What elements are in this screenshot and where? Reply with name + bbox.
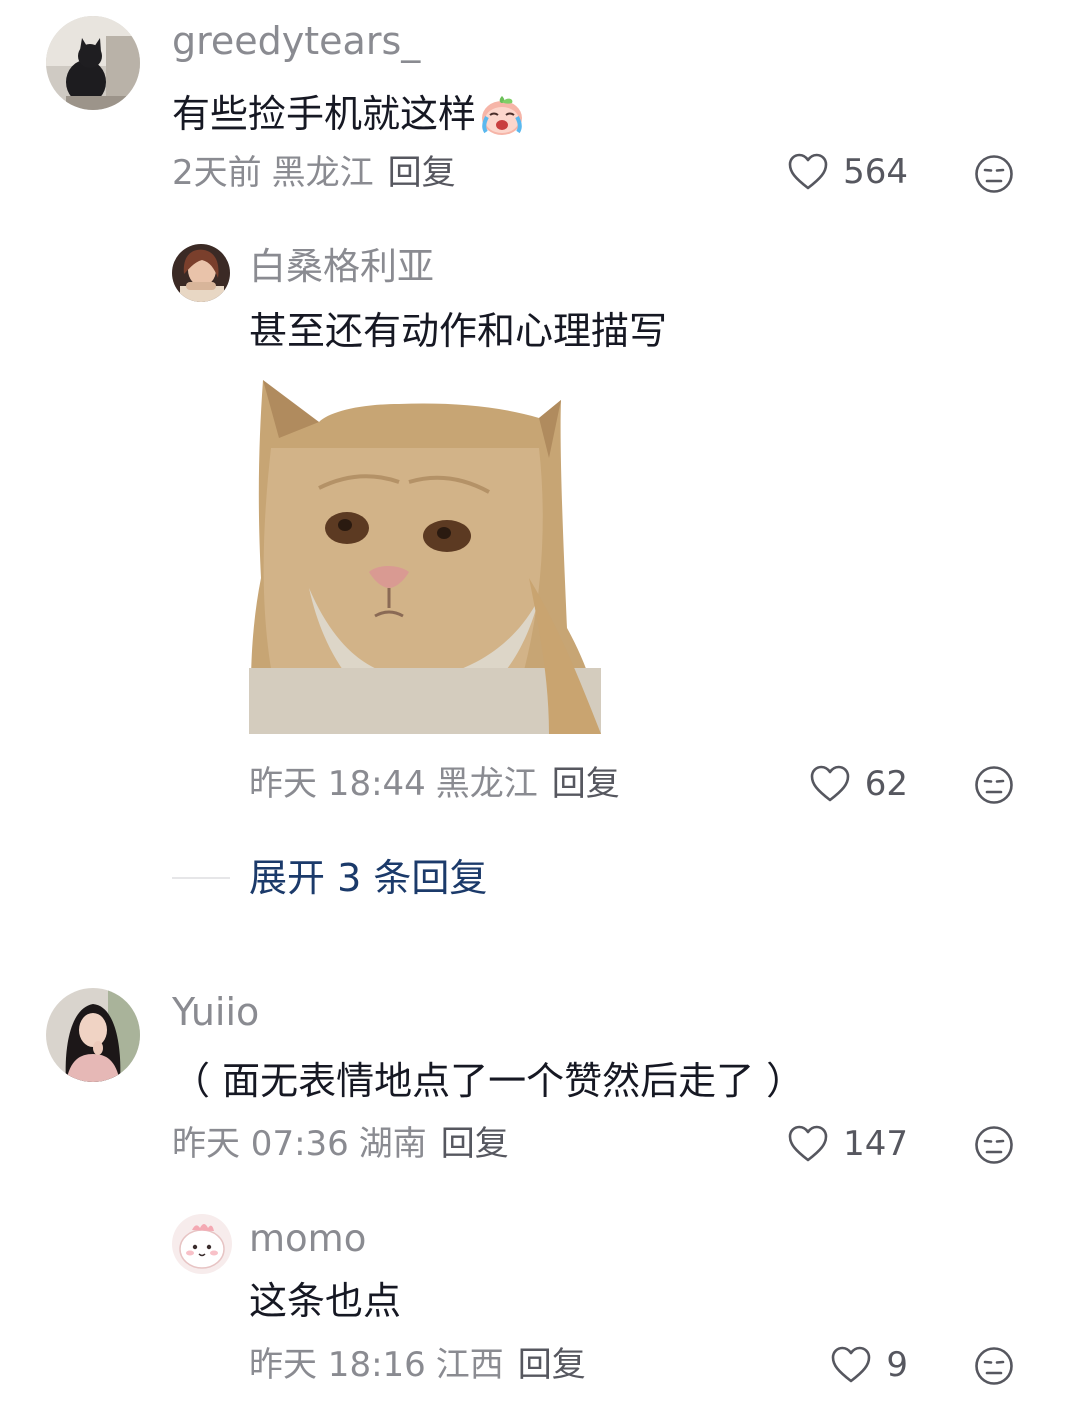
dislike-button[interactable] (974, 154, 1014, 198)
reply-sticker-image[interactable] (249, 378, 601, 734)
comment-time: 2天前 (172, 153, 262, 193)
comment-text: 有些捡手机就这样 (172, 90, 526, 138)
reply-button[interactable]: 回复 (552, 764, 620, 804)
expand-replies-button[interactable]: 展开 3 条回复 (249, 859, 487, 897)
comment-text: （ 面无表情地点了一个赞然后走了 ） (172, 1059, 805, 1103)
sad-cat-sticker (249, 380, 601, 734)
comment-text-content: 有些捡手机就这样 (172, 92, 477, 136)
girl-photo-avatar (46, 988, 140, 1082)
avatar-reply-user[interactable] (172, 244, 230, 302)
cat-photo-avatar (46, 16, 140, 110)
reply-meta: 昨天 18:44 黑龙江 回复 (249, 767, 620, 801)
reply-time: 昨天 18:44 (249, 764, 426, 804)
girl-photo-avatar (172, 244, 230, 302)
comment-username[interactable]: Yuiio (172, 993, 259, 1031)
reply-username[interactable]: 白桑格利亚 (249, 248, 434, 285)
heart-outline-icon (810, 765, 850, 802)
comment-region: 湖南 (358, 1124, 427, 1164)
heart-outline-icon (788, 1125, 828, 1162)
like-button[interactable]: 62 (809, 764, 908, 804)
comment-region: 黑龙江 (271, 153, 374, 193)
reply-region: 黑龙江 (435, 764, 538, 804)
avatar-greedytears[interactable] (46, 16, 140, 110)
comment-time: 昨天 07:36 (172, 1124, 349, 1164)
heart-outline-icon (832, 1346, 871, 1383)
reply-text: 甚至还有动作和心理描写 (249, 309, 668, 353)
reply-region: 江西 (435, 1345, 504, 1385)
like-count: 9 (886, 1345, 908, 1385)
cartoon-avatar (172, 1214, 232, 1274)
reply-text: 这条也点 (249, 1279, 402, 1323)
like-count: 62 (864, 764, 908, 804)
reply-button[interactable]: 回复 (518, 1345, 586, 1385)
meh-face-icon (975, 1126, 1013, 1164)
avatar-momo[interactable] (172, 1214, 232, 1274)
like-button[interactable]: 9 (830, 1345, 908, 1385)
meh-face-icon (975, 155, 1013, 193)
comment-meta: 2天前 黑龙江 回复 (172, 156, 456, 190)
meh-face-icon (975, 1347, 1013, 1385)
dislike-button[interactable] (974, 765, 1014, 809)
dislike-button[interactable] (974, 1346, 1014, 1390)
avatar-yuiio[interactable] (46, 988, 140, 1082)
like-count: 564 (843, 152, 908, 192)
heart-outline-icon (788, 153, 828, 190)
reply-time: 昨天 18:16 (249, 1345, 426, 1385)
expand-divider (172, 877, 230, 879)
like-count: 147 (843, 1124, 908, 1164)
comment-username[interactable]: greedytears_ (172, 22, 420, 60)
reply-button[interactable]: 回复 (388, 153, 456, 193)
crying-peach-emoji (482, 96, 523, 135)
reply-meta: 昨天 18:16 江西 回复 (249, 1348, 586, 1382)
dislike-button[interactable] (974, 1125, 1014, 1169)
reply-button[interactable]: 回复 (441, 1124, 509, 1164)
like-button[interactable]: 147 (787, 1124, 908, 1164)
reply-username[interactable]: momo (249, 1220, 366, 1257)
meh-face-icon (975, 766, 1013, 804)
like-button[interactable]: 564 (787, 152, 908, 192)
comment-meta: 昨天 07:36 湖南 回复 (172, 1127, 509, 1161)
